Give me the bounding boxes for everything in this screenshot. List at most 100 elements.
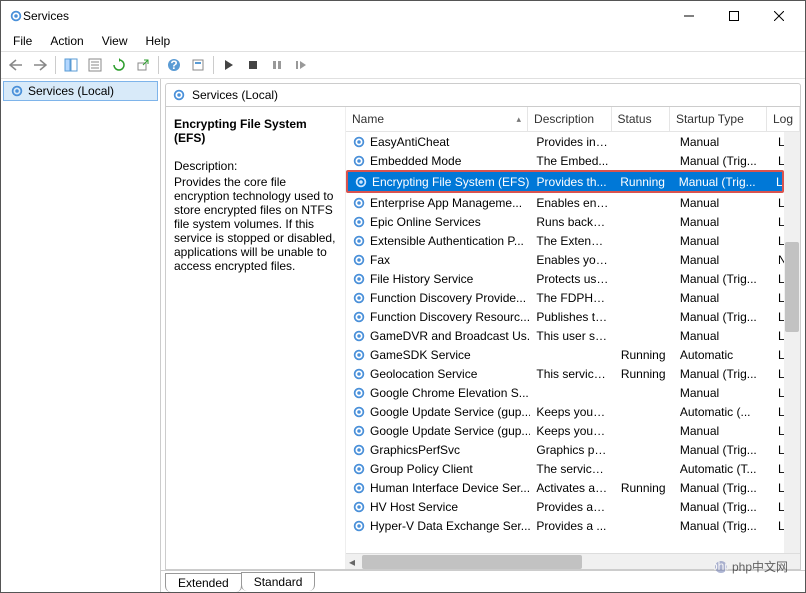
gear-icon xyxy=(352,348,366,362)
service-desc: The Extensi... xyxy=(530,234,614,248)
gear-icon xyxy=(352,519,366,533)
tab-standard[interactable]: Standard xyxy=(241,572,316,591)
column-startup-type[interactable]: Startup Type xyxy=(670,107,767,131)
column-log-on-as[interactable]: Log xyxy=(767,107,800,131)
service-name: Human Interface Device Ser... xyxy=(370,481,530,495)
titlebar[interactable]: Services xyxy=(1,1,805,31)
export-button[interactable] xyxy=(132,54,154,76)
forward-button[interactable] xyxy=(29,54,51,76)
menu-action[interactable]: Action xyxy=(42,32,91,50)
service-name: Encrypting File System (EFS) xyxy=(372,175,529,189)
menu-help[interactable]: Help xyxy=(138,32,179,50)
maximize-button[interactable] xyxy=(711,2,756,30)
refresh-button[interactable] xyxy=(108,54,130,76)
service-row[interactable]: Function Discovery Provide...The FDPHO..… xyxy=(346,288,784,307)
service-rows[interactable]: EasyAntiCheatProvides int...ManualLocaEm… xyxy=(346,132,784,553)
service-logon: Loca xyxy=(772,154,784,168)
gear-icon xyxy=(352,135,366,149)
service-desc: Provides an ... xyxy=(530,500,614,514)
scroll-left-icon[interactable]: ◂ xyxy=(346,555,358,569)
column-status[interactable]: Status xyxy=(612,107,670,131)
scroll-thumb[interactable] xyxy=(362,555,582,569)
service-row[interactable]: Hyper-V Data Exchange Ser...Provides a .… xyxy=(346,516,784,535)
scroll-thumb[interactable] xyxy=(785,242,799,332)
tab-strip: Extended Standard xyxy=(161,570,805,592)
start-service-button[interactable] xyxy=(218,54,240,76)
show-hide-tree-button[interactable] xyxy=(60,54,82,76)
service-startup: Automatic xyxy=(674,348,772,362)
gear-icon xyxy=(352,424,366,438)
service-row[interactable]: Epic Online ServicesRuns backg...ManualL… xyxy=(346,212,784,231)
help-button[interactable]: ? xyxy=(163,54,185,76)
service-row[interactable]: FaxEnables you...ManualNetv xyxy=(346,250,784,269)
gear-icon xyxy=(352,367,366,381)
svg-text:?: ? xyxy=(170,58,177,72)
gear-icon xyxy=(352,291,366,305)
service-logon: Loca xyxy=(772,462,784,476)
service-row[interactable]: GameDVR and Broadcast Us...This user ser… xyxy=(346,326,784,345)
service-logon: Loca xyxy=(772,500,784,514)
service-row[interactable]: Google Update Service (gup...Keeps your … xyxy=(346,421,784,440)
service-row[interactable]: HV Host ServiceProvides an ...Manual (Tr… xyxy=(346,497,784,516)
service-logon: Loca xyxy=(772,519,784,533)
service-desc: Provides th... xyxy=(531,175,615,189)
service-row[interactable]: EasyAntiCheatProvides int...ManualLoca xyxy=(346,132,784,151)
service-row[interactable]: Function Discovery Resourc...Publishes t… xyxy=(346,307,784,326)
action-button[interactable] xyxy=(187,54,209,76)
tree-node-services-local[interactable]: Services (Local) xyxy=(3,81,158,101)
service-name: EasyAntiCheat xyxy=(370,135,449,149)
service-desc: This user ser... xyxy=(530,329,614,343)
service-row[interactable]: GameSDK Service RunningAutomaticLoca xyxy=(346,345,784,364)
service-desc: Provides int... xyxy=(530,135,614,149)
gear-icon xyxy=(352,462,366,476)
service-row[interactable]: File History ServiceProtects use...Manua… xyxy=(346,269,784,288)
service-status: Running xyxy=(615,348,674,362)
tree-pane[interactable]: Services (Local) xyxy=(1,79,161,592)
pause-service-button[interactable] xyxy=(266,54,288,76)
body: Services (Local) Services (Local) Encryp… xyxy=(1,79,805,592)
service-logon: Loca xyxy=(772,329,784,343)
service-startup: Manual xyxy=(674,196,772,210)
service-logon: Loca xyxy=(772,196,784,210)
services-window: Services File Action View Help ? Service… xyxy=(0,0,806,593)
service-row[interactable]: Google Chrome Elevation S...ManualLoca xyxy=(346,383,784,402)
gear-icon xyxy=(352,196,366,210)
service-startup: Manual (Trig... xyxy=(674,367,772,381)
service-row[interactable]: GraphicsPerfSvcGraphics pe...Manual (Tri… xyxy=(346,440,784,459)
gear-icon xyxy=(352,500,366,514)
close-button[interactable] xyxy=(756,2,801,30)
service-logon: Loca xyxy=(772,367,784,381)
column-description[interactable]: Description xyxy=(528,107,612,131)
content-header-label: Services (Local) xyxy=(192,88,278,102)
service-name: GameSDK Service xyxy=(370,348,471,362)
service-name: Geolocation Service xyxy=(370,367,477,381)
service-row[interactable]: Group Policy ClientThe service i...Autom… xyxy=(346,459,784,478)
tab-extended[interactable]: Extended xyxy=(165,573,242,592)
service-row[interactable]: Google Update Service (gup...Keeps your … xyxy=(346,402,784,421)
service-logon: Loca xyxy=(772,215,784,229)
service-name: Enterprise App Manageme... xyxy=(370,196,522,210)
vertical-scrollbar[interactable] xyxy=(784,132,800,553)
service-startup: Manual (Trig... xyxy=(674,310,772,324)
service-row[interactable]: Geolocation ServiceThis service ...Runni… xyxy=(346,364,784,383)
back-button[interactable] xyxy=(5,54,27,76)
service-row[interactable]: Enterprise App Manageme...Enables ent...… xyxy=(346,193,784,212)
service-row[interactable]: Encrypting File System (EFS)Provides th.… xyxy=(346,170,784,193)
service-row[interactable]: Embedded ModeThe Embed...Manual (Trig...… xyxy=(346,151,784,170)
restart-service-button[interactable] xyxy=(290,54,312,76)
service-list: Name▴ Description Status Startup Type Lo… xyxy=(346,107,800,569)
service-row[interactable]: Extensible Authentication P...The Extens… xyxy=(346,231,784,250)
menu-view[interactable]: View xyxy=(94,32,136,50)
service-startup: Manual (Trig... xyxy=(674,519,772,533)
service-startup: Automatic (... xyxy=(674,405,772,419)
service-desc: Activates an... xyxy=(530,481,614,495)
properties-button[interactable] xyxy=(84,54,106,76)
service-logon: Loca xyxy=(772,348,784,362)
menu-file[interactable]: File xyxy=(5,32,40,50)
minimize-button[interactable] xyxy=(666,2,711,30)
gear-icon xyxy=(352,386,366,400)
service-row[interactable]: Human Interface Device Ser...Activates a… xyxy=(346,478,784,497)
column-name[interactable]: Name▴ xyxy=(346,107,528,131)
stop-service-button[interactable] xyxy=(242,54,264,76)
service-logon: Loca xyxy=(772,291,784,305)
